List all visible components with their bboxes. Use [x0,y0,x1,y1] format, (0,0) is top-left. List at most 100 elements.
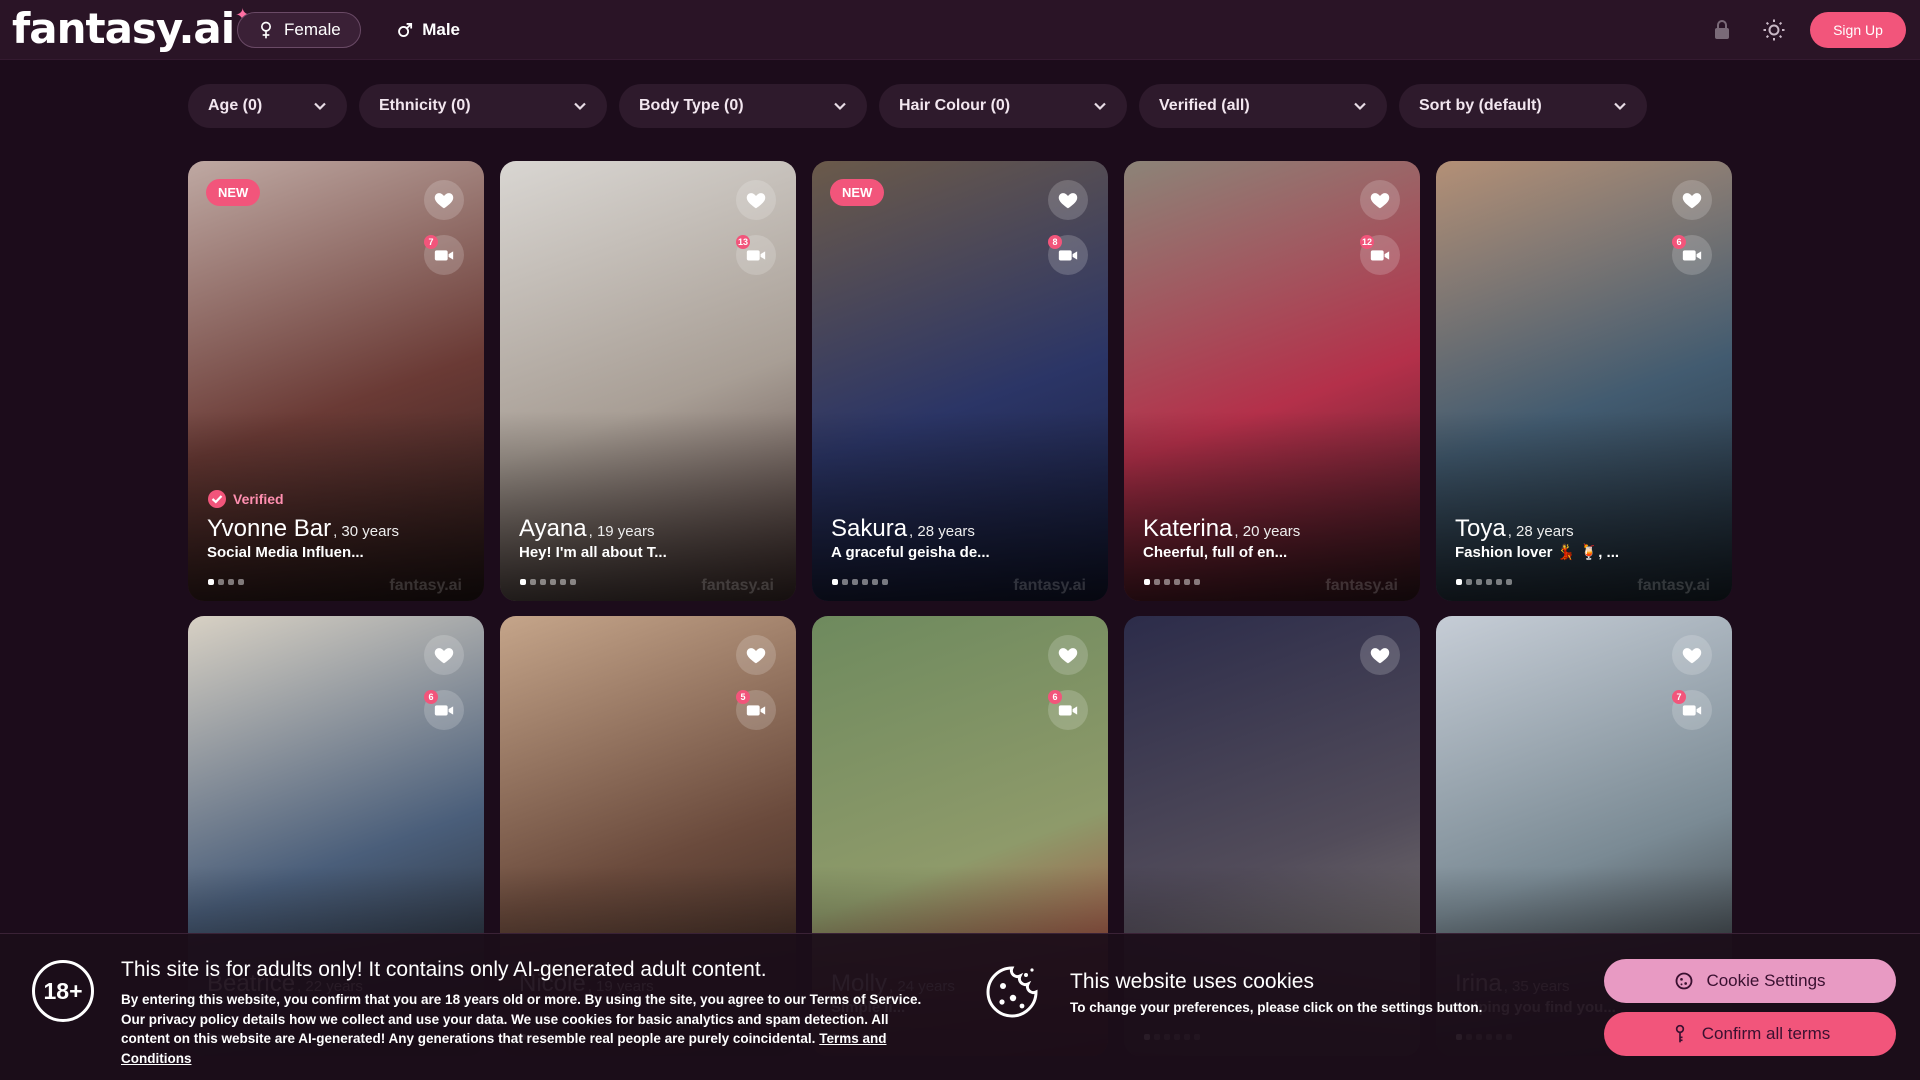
carousel-dot[interactable] [1144,579,1150,585]
key-icon [1675,1024,1684,1043]
sort-dropdown[interactable]: Sort by (default) [1399,84,1647,128]
image-carousel-dots[interactable] [1144,579,1200,585]
carousel-dot[interactable] [530,579,536,585]
carousel-dot[interactable] [1496,579,1502,585]
sign-up-button[interactable]: Sign Up [1810,12,1906,48]
carousel-dot[interactable] [832,579,838,585]
verified-filter-dropdown[interactable]: Verified (all) [1139,84,1387,128]
carousel-dot[interactable] [882,579,888,585]
female-icon [261,21,271,39]
card-gradient-overlay [1436,411,1732,601]
video-count-button[interactable]: 13 [736,235,776,275]
carousel-dot[interactable] [1506,579,1512,585]
character-card[interactable]: 13 Ayana, 19 years Hey! I'm all about T...… [500,161,796,601]
video-count-button[interactable]: 6 [424,690,464,730]
chevron-down-icon [1614,102,1626,111]
carousel-dot[interactable] [1184,579,1190,585]
carousel-dot[interactable] [228,579,234,585]
card-gradient-overlay [812,411,1108,601]
favorite-button[interactable] [424,180,464,220]
carousel-dot[interactable] [842,579,848,585]
logo[interactable]: fantasy.ai✦ [12,4,250,53]
verified-label: Verified [233,491,284,507]
confirm-all-terms-button[interactable]: Confirm all terms [1604,1012,1896,1056]
video-count-badge: 8 [1048,235,1062,249]
favorite-button[interactable] [424,635,464,675]
verified-filter-label: Verified (all) [1159,97,1250,114]
image-carousel-dots[interactable] [832,579,888,585]
character-name: Katerina [1143,515,1233,542]
video-count-button[interactable]: 6 [1048,690,1088,730]
video-count-button[interactable]: 5 [736,690,776,730]
cookie-settings-label: Cookie Settings [1706,971,1826,990]
watermark: fantasy.ai [1325,577,1398,594]
carousel-dot[interactable] [520,579,526,585]
carousel-dot[interactable] [852,579,858,585]
image-carousel-dots[interactable] [520,579,576,585]
chevron-down-icon [1354,102,1366,111]
character-bio: A graceful geisha de... [831,544,990,561]
character-card[interactable]: 12 Katerina, 20 years Cheerful, full of en… [1124,161,1420,601]
carousel-dot[interactable] [1486,579,1492,585]
favorite-button[interactable] [1360,635,1400,675]
card-gradient-overlay [1124,411,1420,601]
carousel-dot[interactable] [872,579,878,585]
image-carousel-dots[interactable] [208,579,244,585]
video-count-button[interactable]: 7 [424,235,464,275]
video-count-button[interactable]: 7 [1672,690,1712,730]
carousel-dot[interactable] [1164,579,1170,585]
favorite-button[interactable] [736,635,776,675]
watermark: fantasy.ai [1637,577,1710,594]
carousel-dot[interactable] [540,579,546,585]
lock-button[interactable] [1706,14,1738,46]
carousel-dot[interactable] [1466,579,1472,585]
carousel-dot[interactable] [550,579,556,585]
carousel-dot[interactable] [1476,579,1482,585]
image-carousel-dots[interactable] [1456,579,1512,585]
carousel-dot[interactable] [218,579,224,585]
age-filter-dropdown[interactable]: Age (0) [188,84,347,128]
heart-icon [1058,648,1078,664]
carousel-dot[interactable] [1154,579,1160,585]
video-count-button[interactable]: 12 [1360,235,1400,275]
character-age: , 30 years [333,523,399,540]
ethnicity-filter-dropdown[interactable]: Ethnicity (0) [359,84,607,128]
carousel-dot[interactable] [208,579,214,585]
carousel-dot[interactable] [1194,579,1200,585]
hair-colour-filter-dropdown[interactable]: Hair Colour (0) [879,84,1127,128]
character-bio: Social Media Influen... [207,544,364,561]
favorite-button[interactable] [1048,635,1088,675]
carousel-dot[interactable] [1456,579,1462,585]
video-camera-icon [1370,250,1390,261]
theme-toggle-button[interactable] [1758,14,1790,46]
character-name: Sakura [831,515,908,542]
heart-icon [1370,193,1390,209]
female-label: Female [284,20,341,39]
favorite-button[interactable] [736,180,776,220]
carousel-dot[interactable] [1174,579,1180,585]
sun-icon [1763,19,1785,41]
character-card[interactable]: 6 Toya, 28 years Fashion lover 💃 🍹, ... fan… [1436,161,1732,601]
female-filter-button[interactable]: Female [237,12,361,48]
favorite-button[interactable] [1672,635,1712,675]
favorite-button[interactable] [1360,180,1400,220]
video-count-badge: 5 [736,690,750,704]
carousel-dot[interactable] [238,579,244,585]
video-count-button[interactable]: 6 [1672,235,1712,275]
carousel-dot[interactable] [862,579,868,585]
character-card[interactable]: NEW 8 Sakura, 28 years A graceful geisha de… [812,161,1108,601]
carousel-dot[interactable] [570,579,576,585]
body-type-filter-label: Body Type (0) [639,97,744,114]
character-name: Yvonne Bar [207,515,332,542]
cookie-settings-button[interactable]: Cookie Settings [1604,959,1896,1003]
character-card[interactable]: NEW 7 Verified Yvonne Bar, 30 years Social M… [188,161,484,601]
video-camera-icon [746,250,766,261]
character-bio: Cheerful, full of en... [1143,544,1288,561]
favorite-button[interactable] [1672,180,1712,220]
character-name: Ayana [519,515,587,542]
favorite-button[interactable] [1048,180,1088,220]
male-filter-button[interactable]: Male [378,12,478,48]
carousel-dot[interactable] [560,579,566,585]
body-type-filter-dropdown[interactable]: Body Type (0) [619,84,867,128]
video-count-button[interactable]: 8 [1048,235,1088,275]
